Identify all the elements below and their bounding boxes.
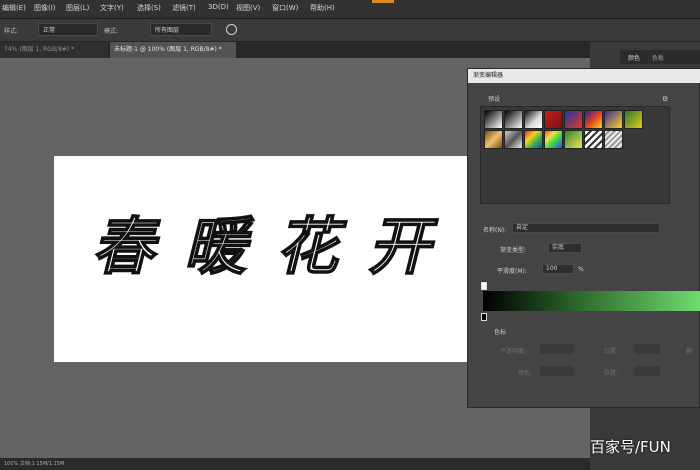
menu-image[interactable]: 图像(I): [34, 3, 56, 13]
preset-swatch[interactable]: [504, 110, 523, 129]
gradient-type-label: 渐变类型:: [500, 247, 527, 254]
gradient-preview-bar[interactable]: [483, 291, 700, 311]
presets-grid: [480, 106, 670, 204]
preset-swatch[interactable]: [544, 110, 563, 129]
document-tabs: 74% (图层 1, RGB/8#) * 未标题-1 @ 100% (图层 1,…: [0, 42, 590, 58]
preset-swatch[interactable]: [544, 130, 563, 149]
preset-swatch[interactable]: [604, 110, 623, 129]
color-label: 颜色:: [518, 370, 533, 377]
tab-swatches[interactable]: 色板: [652, 53, 664, 62]
menu-filter[interactable]: 滤镜(T): [172, 3, 196, 13]
style-label: 样式:: [4, 28, 19, 35]
opacity-field[interactable]: [540, 344, 574, 354]
opacity-stop-left[interactable]: [481, 282, 487, 290]
preset-swatch[interactable]: [524, 110, 543, 129]
menu-edit[interactable]: 编辑(E): [2, 3, 26, 13]
name-label: 名称(N):: [483, 227, 507, 234]
location-field[interactable]: [634, 344, 660, 354]
panel-tabs: 颜色 色板: [620, 50, 700, 64]
smoothness-field[interactable]: 100: [542, 264, 574, 274]
style-select[interactable]: 正常: [38, 23, 98, 36]
menu-window[interactable]: 窗口(W): [272, 3, 298, 13]
preset-swatch[interactable]: [624, 110, 643, 129]
preset-swatch[interactable]: [584, 130, 603, 149]
location-label: 位置:: [604, 348, 619, 355]
gradient-type-select[interactable]: 实底: [548, 243, 582, 253]
tab-document-2[interactable]: 未标题-1 @ 100% (图层 1, RGB/8#) *: [110, 42, 236, 58]
preset-swatch[interactable]: [604, 130, 623, 149]
color-stop-left[interactable]: [481, 313, 487, 321]
ignore-adjustments-icon[interactable]: [226, 24, 237, 35]
location2-label: 位置:: [604, 370, 619, 377]
presets-label: 预设: [488, 96, 501, 103]
preset-swatch[interactable]: [524, 130, 543, 149]
accent-bar: [372, 0, 394, 3]
smoothness-label: 平滑度(M):: [497, 268, 527, 275]
location2-field[interactable]: [634, 366, 660, 376]
sample-layers-select[interactable]: 所有图层: [150, 23, 212, 36]
tab-document-1[interactable]: 74% (图层 1, RGB/8#) *: [0, 42, 108, 58]
calligraphy-selection-text: 春暖花开: [91, 209, 461, 284]
preset-swatch[interactable]: [564, 110, 583, 129]
gear-icon[interactable]: ⚙: [662, 95, 668, 103]
status-bar: 100% 文档:1.15M/1.15M: [0, 458, 590, 470]
options-bar: 样式: 正常 模式: 所有图层: [0, 19, 700, 42]
preset-swatch[interactable]: [484, 110, 503, 129]
name-field[interactable]: 自定: [512, 223, 660, 233]
preset-swatch[interactable]: [584, 110, 603, 129]
stops-label: 色标: [494, 329, 507, 336]
delete-label[interactable]: 删: [686, 346, 692, 355]
smoothness-unit: %: [578, 266, 584, 273]
menu-view[interactable]: 视图(V): [236, 3, 260, 13]
document-canvas[interactable]: 春暖花开: [54, 156, 480, 362]
blend-label: 模式:: [104, 28, 119, 35]
dialog-title: 渐变编辑器: [468, 69, 700, 83]
menu-select[interactable]: 选择(S): [137, 3, 161, 13]
menu-bar: 编辑(E) 图像(I) 图层(L) 文字(Y) 选择(S) 滤镜(T) 3D(D…: [0, 0, 700, 19]
preset-swatch[interactable]: [564, 130, 583, 149]
preset-swatch[interactable]: [504, 130, 523, 149]
preset-swatch[interactable]: [484, 130, 503, 149]
menu-type[interactable]: 文字(Y): [100, 3, 124, 13]
opacity-label: 不透明度:: [500, 348, 527, 355]
tab-color[interactable]: 颜色: [628, 53, 640, 62]
watermark: 百家号/FUN: [590, 438, 671, 456]
menu-layer[interactable]: 图层(L): [66, 3, 89, 13]
color-field[interactable]: [540, 366, 574, 376]
menu-3d[interactable]: 3D(D): [208, 3, 229, 11]
menu-help[interactable]: 帮助(H): [310, 3, 335, 13]
